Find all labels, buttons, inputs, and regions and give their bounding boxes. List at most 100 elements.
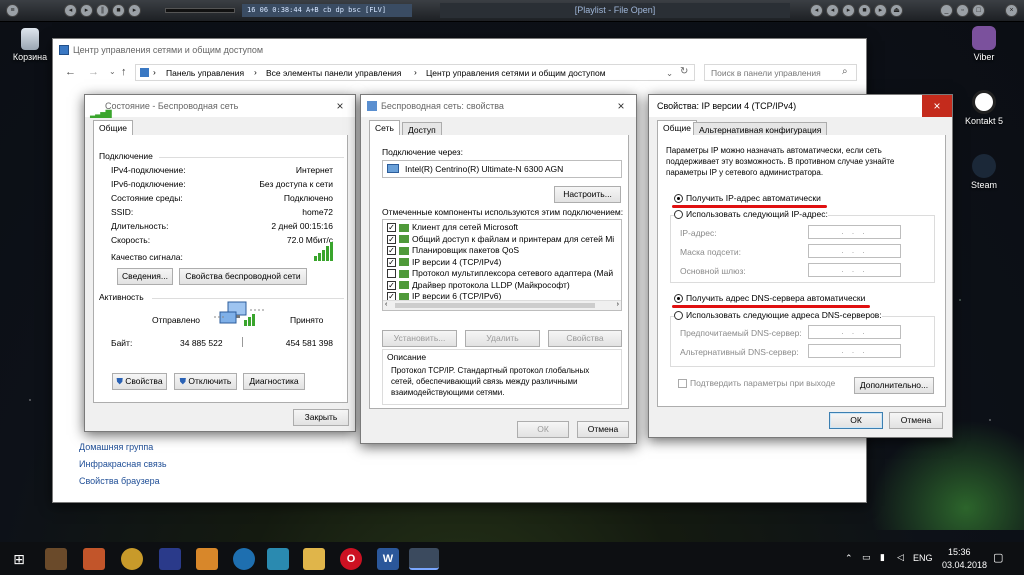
- app-icon-1[interactable]: [45, 548, 67, 570]
- components-list[interactable]: ✓ Клиент для сетей Microsoft ✓ Общий доступ…: [382, 219, 622, 311]
- install-button[interactable]: Установить...: [382, 330, 457, 347]
- checkbox-icon[interactable]: ✓: [387, 223, 396, 233]
- player-prev-icon[interactable]: ◂: [64, 4, 77, 17]
- player-minimize-icon[interactable]: _: [940, 4, 953, 17]
- clock-time[interactable]: 15:36: [948, 547, 971, 557]
- app-icon-3[interactable]: [121, 548, 143, 570]
- battery-tray-icon[interactable]: ▮: [880, 552, 885, 563]
- remove-button[interactable]: Удалить: [465, 330, 540, 347]
- link-browser-properties[interactable]: Свойства браузера: [79, 476, 160, 486]
- list-item[interactable]: ✓ IP версии 4 (TCP/IPv4): [387, 257, 501, 268]
- cancel-button[interactable]: Отмена: [577, 421, 629, 438]
- breadcrumb-item[interactable]: Все элементы панели управления: [266, 68, 401, 78]
- list-item[interactable]: ✓ Планировщик пакетов QoS: [387, 245, 519, 256]
- player-seek-bar[interactable]: [165, 8, 235, 13]
- close-icon[interactable]: ×: [606, 95, 636, 117]
- app-icon-6[interactable]: [233, 548, 255, 570]
- diagnostics-button[interactable]: Диагностика: [243, 373, 305, 390]
- start-windows-icon[interactable]: ⊞: [8, 548, 30, 570]
- wireless-properties-button[interactable]: Свойства беспроводной сети: [179, 268, 307, 285]
- breadcrumb-item[interactable]: Центр управления сетями и общим доступом: [426, 68, 606, 78]
- desktop-icon-steam[interactable]: Steam: [954, 154, 1014, 190]
- checkbox-icon[interactable]: [387, 269, 396, 279]
- volume-tray-icon[interactable]: ◁: [897, 552, 904, 563]
- checkbox-icon[interactable]: ✓: [387, 280, 396, 290]
- scroll-left-icon[interactable]: ‹: [385, 301, 387, 308]
- gateway-field[interactable]: . . .: [808, 263, 901, 277]
- subnet-mask-field[interactable]: . . .: [808, 244, 901, 258]
- player-eject-icon[interactable]: ⏏: [890, 4, 903, 17]
- advanced-button[interactable]: Дополнительно...: [854, 377, 934, 394]
- forward-arrow-icon[interactable]: →: [88, 66, 99, 78]
- list-item[interactable]: Протокол мультиплексора сетевого адаптер…: [387, 268, 613, 279]
- alternate-dns-field[interactable]: . . .: [808, 344, 901, 358]
- up-arrow-icon[interactable]: ↑: [121, 66, 127, 78]
- manual-ip-radio[interactable]: Использовать следующий IP-адрес:: [674, 209, 828, 220]
- refresh-icon[interactable]: ↻: [680, 66, 688, 77]
- close-icon[interactable]: ×: [922, 95, 952, 117]
- cancel-button[interactable]: Отмена: [889, 412, 943, 429]
- configure-button[interactable]: Настроить...: [554, 186, 621, 203]
- disable-button[interactable]: ⛊ Отключить: [174, 373, 237, 390]
- checkbox-icon[interactable]: ✓: [387, 246, 396, 256]
- opera-icon[interactable]: O: [340, 548, 362, 570]
- ok-button[interactable]: ОК: [829, 412, 883, 429]
- ip-address-field[interactable]: . . .: [808, 225, 901, 239]
- file-explorer-icon[interactable]: [303, 548, 325, 570]
- recent-chevron-icon[interactable]: ⌄: [109, 67, 116, 76]
- tray-chevron-icon[interactable]: ⌃: [845, 553, 853, 564]
- link-homegroup[interactable]: Домашняя группа: [79, 442, 153, 452]
- breadcrumb[interactable]: › Панель управления › Все элементы панел…: [135, 64, 695, 81]
- ok-button[interactable]: ОК: [517, 421, 569, 438]
- manual-dns-radio[interactable]: Использовать следующие адреса DNS-сервер…: [674, 310, 882, 321]
- player-pause-icon[interactable]: ∥: [96, 4, 109, 17]
- checkbox-icon[interactable]: ✓: [387, 257, 396, 267]
- player-close-icon[interactable]: ×: [1005, 4, 1018, 17]
- player-stop2-icon[interactable]: ■: [858, 4, 871, 17]
- details-button[interactable]: Сведения...: [117, 268, 173, 285]
- player-next-icon[interactable]: ▸: [128, 4, 141, 17]
- fl-studio-icon[interactable]: [196, 548, 218, 570]
- clock-date[interactable]: 03.04.2018: [942, 560, 987, 570]
- player-maximize-icon[interactable]: □: [972, 4, 985, 17]
- horizontal-scrollbar[interactable]: ‹ ›: [383, 300, 621, 310]
- network-tray-icon[interactable]: ▭: [862, 552, 871, 563]
- close-icon[interactable]: ×: [325, 95, 355, 117]
- player-shade-icon[interactable]: ▫: [956, 4, 969, 17]
- control-panel-task-icon[interactable]: [409, 548, 439, 570]
- app-icon-2[interactable]: [83, 548, 105, 570]
- player-back-icon[interactable]: ◂: [826, 4, 839, 17]
- list-item[interactable]: ✓ Общий доступ к файлам и принтерам для с…: [387, 234, 614, 245]
- properties-button[interactable]: ⛊ Свойства: [112, 373, 167, 390]
- list-item[interactable]: ✓ Клиент для сетей Microsoft: [387, 222, 518, 233]
- desktop-icon-viber[interactable]: Viber: [954, 26, 1014, 62]
- desktop-icon-kontakt[interactable]: Kontakt 5: [954, 90, 1014, 126]
- app-icon-4[interactable]: [159, 548, 181, 570]
- auto-ip-radio[interactable]: Получить IP-адрес автоматически: [674, 193, 821, 204]
- breadcrumb-dropdown-icon[interactable]: ⌄: [666, 68, 673, 79]
- scroll-thumb[interactable]: [395, 303, 595, 308]
- close-button[interactable]: Закрыть: [293, 409, 349, 426]
- player-fwd-icon[interactable]: ▸: [874, 4, 887, 17]
- player-play2-icon[interactable]: ▸: [842, 4, 855, 17]
- preferred-dns-field[interactable]: . . .: [808, 325, 901, 339]
- app-icon-7[interactable]: [267, 548, 289, 570]
- player-stop-icon[interactable]: ■: [112, 4, 125, 17]
- auto-dns-radio[interactable]: Получить адрес DNS-сервера автоматически: [674, 293, 865, 304]
- list-item[interactable]: ✓ Драйвер протокола LLDP (Майкрософт): [387, 280, 570, 291]
- search-input[interactable]: Поиск в панели управления ⌕: [704, 64, 857, 81]
- component-properties-button[interactable]: Свойства: [548, 330, 622, 347]
- player-rewind-icon[interactable]: ◂: [810, 4, 823, 17]
- notifications-icon[interactable]: ▢: [993, 551, 1003, 564]
- language-indicator[interactable]: ENG: [913, 553, 933, 563]
- checkbox-icon[interactable]: ✓: [387, 234, 396, 244]
- word-icon[interactable]: W: [377, 548, 399, 570]
- breadcrumb-item[interactable]: Панель управления: [166, 68, 244, 78]
- player-play-icon[interactable]: ▸: [80, 4, 93, 17]
- link-infrared[interactable]: Инфракрасная связь: [79, 459, 167, 469]
- scroll-right-icon[interactable]: ›: [617, 301, 619, 308]
- player-menu-icon[interactable]: ≡: [6, 4, 19, 17]
- validate-checkbox[interactable]: Подтвердить параметры при выходе: [678, 378, 835, 389]
- search-icon[interactable]: ⌕: [842, 66, 848, 77]
- desktop-icon-recycle-bin[interactable]: Корзина: [0, 28, 60, 62]
